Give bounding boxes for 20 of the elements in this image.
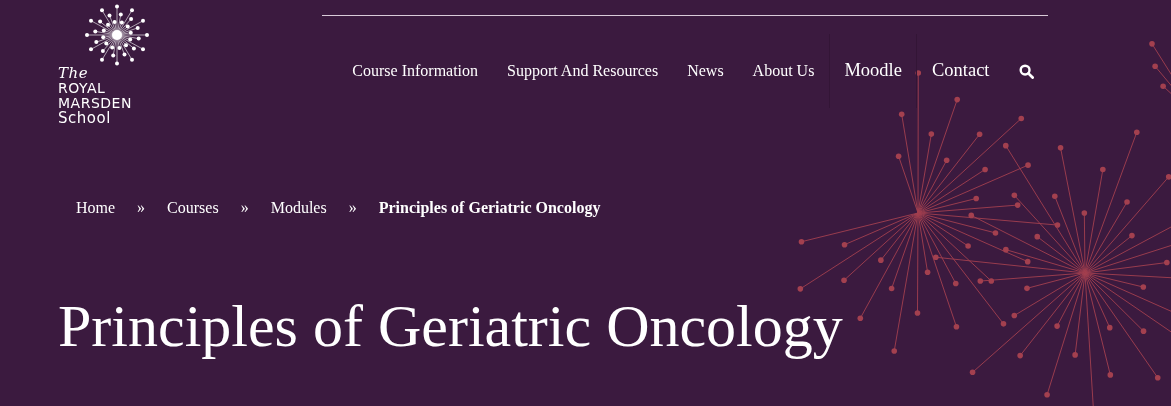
breadcrumb-separator: » [240,198,249,218]
breadcrumb-link[interactable]: Courses [167,196,219,220]
logo-text: ROYAL [58,81,106,96]
logo-text: MARSDEN [58,96,132,111]
breadcrumb-link[interactable]: Home [76,196,116,220]
search-icon[interactable] [1018,63,1034,79]
nav-link[interactable]: Support And Resources [492,34,673,108]
breadcrumb-separator: » [137,198,146,218]
breadcrumb-link[interactable]: Modules [270,196,327,220]
logo-text: The [58,66,89,81]
nav-link[interactable]: News [672,34,739,108]
school-logo[interactable]: The ROYAL MARSDEN School [58,0,168,126]
nav-link[interactable]: Moodle [828,34,917,108]
nav-link[interactable]: Contact [916,34,1004,108]
starburst-icon [82,4,152,66]
logo-text: School [58,111,111,126]
breadcrumb-separator: » [348,198,357,218]
nav-link[interactable]: About Us [738,34,829,108]
breadcrumb-current: Principles of Geriatric Oncology [378,198,601,219]
nav-link[interactable]: Course Information [337,34,493,108]
